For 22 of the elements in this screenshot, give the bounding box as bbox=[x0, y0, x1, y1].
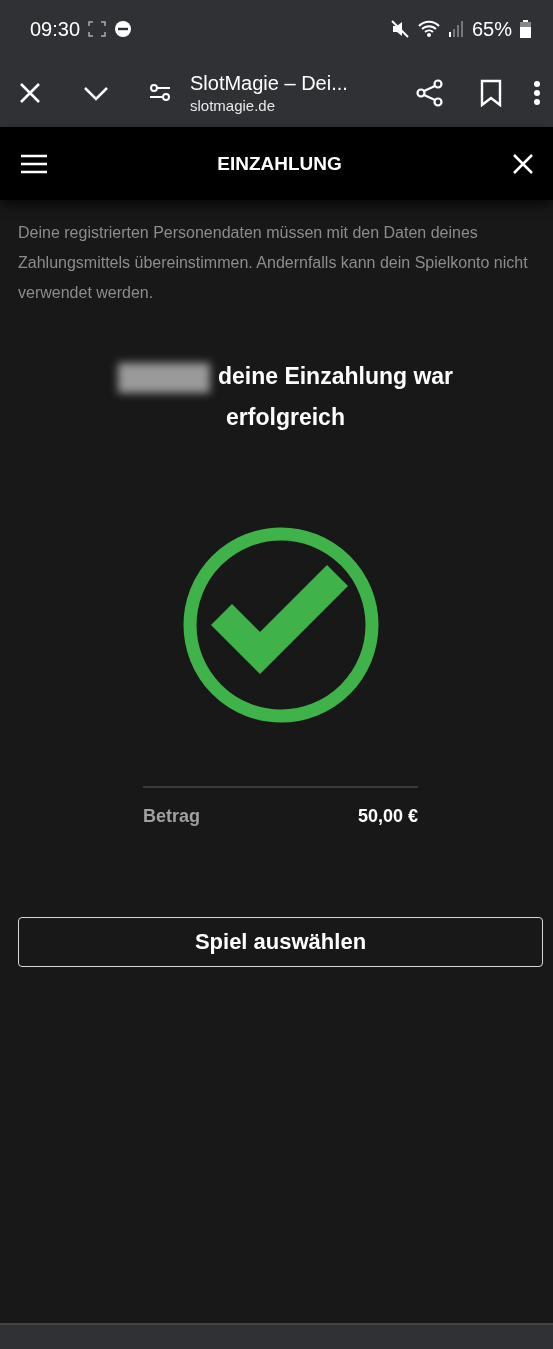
check-circle-icon bbox=[182, 526, 380, 724]
do-not-disturb-icon bbox=[114, 20, 133, 38]
success-message: deine Einzahlung war erfolgreich bbox=[217, 363, 454, 430]
wifi-icon bbox=[417, 20, 440, 38]
battery-percent: 65% bbox=[471, 17, 512, 41]
menu-button[interactable] bbox=[20, 152, 48, 175]
close-button[interactable] bbox=[511, 151, 535, 176]
mute-icon bbox=[389, 19, 410, 39]
page-title: SlotMagie – Dei... bbox=[190, 71, 349, 95]
screenshot-icon bbox=[88, 21, 107, 37]
amount-label: Betrag bbox=[143, 806, 200, 827]
status-time: 09:30 bbox=[30, 17, 81, 41]
header-title: EINZAHLUNG bbox=[217, 152, 342, 175]
more-button[interactable] bbox=[533, 79, 541, 106]
battery-icon bbox=[520, 20, 531, 38]
signal-icon bbox=[447, 20, 464, 38]
share-button[interactable] bbox=[415, 77, 445, 108]
notice-text: Deine registrierten Personendaten müssen mit den Daten deines Zahlungsmittels übereinstimmen. Andernfalls kann dein Spielkonto nicht verwendet werden. bbox=[18, 223, 529, 303]
amount-value: 50,00 € bbox=[357, 806, 418, 827]
bookmark-button[interactable] bbox=[479, 78, 503, 107]
page-url: slotmagie.de bbox=[190, 96, 277, 114]
select-game-button[interactable]: Spiel auswählen bbox=[18, 917, 543, 967]
